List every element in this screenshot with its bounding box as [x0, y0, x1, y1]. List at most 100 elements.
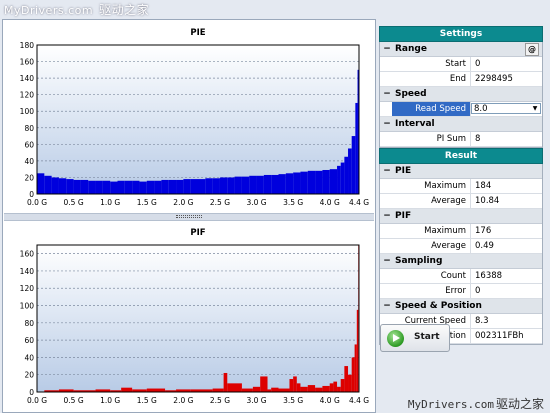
pie-avg-label: Average [392, 194, 471, 208]
chart-0-bar [198, 179, 206, 194]
start-button[interactable]: Start [380, 324, 450, 352]
chart-0-bar [227, 177, 235, 194]
chart-0-title: PIE [190, 28, 205, 38]
start-label: Start [392, 57, 471, 71]
pif-max-label: Maximum [392, 224, 471, 238]
chart-0-bar [176, 179, 184, 194]
chart-1-ytick-label: 140 [20, 267, 35, 276]
pie-max-label: Maximum [392, 179, 471, 193]
chart-0-xtick-label: 1.5 G [137, 198, 157, 207]
watermark-bottom-text: MyDrivers.com [407, 398, 494, 411]
at-button[interactable]: @ [525, 43, 539, 56]
speed-group[interactable]: − Speed [380, 87, 542, 102]
pie-group[interactable]: − PIE [380, 164, 542, 179]
pif-chart-panel: PIF 0 20 40 60 80 100 120 140 160 0.0 G 0.5 G 1.0 G1… [4, 221, 374, 410]
pif-avg-value: 0.49 [475, 241, 494, 251]
chart-0-bar [263, 174, 272, 194]
chart-1-xtick-label: 0.5 G [64, 396, 84, 405]
chart-0-ytick-label: 100 [20, 107, 35, 116]
pi-sum-value[interactable]: 8 [472, 132, 480, 146]
chart-0-bar [73, 179, 81, 194]
chart-1-bar [121, 387, 133, 392]
chart-1-bar [354, 344, 357, 392]
dropdown-arrow-icon[interactable]: ▼ [530, 104, 540, 113]
chart-0-bar [205, 178, 213, 194]
chart-0-bar [110, 181, 118, 194]
chart-0-bar [285, 173, 294, 194]
interval-group[interactable]: − Interval [380, 117, 542, 132]
splitter-grip[interactable] [176, 215, 202, 218]
speed-position-group[interactable]: − Speed & Position [380, 299, 542, 314]
collapse-icon[interactable]: − [383, 87, 391, 101]
chart-1-bar [260, 376, 268, 392]
chart-1-bar [322, 385, 330, 392]
watermark-bottom: MyDrivers.com 驱动之家 [408, 395, 544, 412]
chart-1-bar [227, 383, 242, 392]
collapse-icon[interactable]: − [383, 254, 391, 268]
pie-avg-value: 10.84 [475, 196, 500, 206]
pif-label: PIF [395, 211, 412, 221]
sampling-group[interactable]: − Sampling [380, 254, 542, 269]
chart-0-bar [51, 177, 59, 194]
speed-label: Speed [395, 89, 427, 99]
collapse-icon[interactable]: − [383, 164, 391, 178]
end-value[interactable]: 2298495 [472, 72, 513, 86]
range-label: Range [395, 44, 427, 54]
chart-1-bar [315, 387, 323, 392]
count-label: Count [392, 269, 471, 283]
watermark-top-text: MyDrivers.com [4, 4, 94, 17]
watermark-top: MyDrivers.com 驱动之家 [4, 1, 149, 18]
chart-0-ytick-label: 40 [24, 157, 34, 166]
chart-1-xtick-label: 3.5 G [283, 396, 303, 405]
chart-0-bar [271, 174, 279, 194]
chart-1-xtick-label: 1.0 G [100, 396, 120, 405]
pif-avg-row: Average 0.49 [380, 239, 542, 254]
end-row[interactable]: End 2298495 [380, 72, 542, 87]
chart-0-bar [337, 165, 341, 194]
chart-0-xtick-label: 2.5 G [210, 198, 230, 207]
chart-0-bar [37, 173, 45, 194]
chart-1-bar [252, 386, 261, 392]
chart-0-ytick-label: 140 [20, 74, 35, 83]
chart-1-plot-bg [37, 245, 359, 392]
chart-0-bar [307, 170, 316, 194]
chart-0-bar [44, 175, 52, 194]
chart-0-ytick-label: 60 [24, 140, 34, 149]
chart-0-bar [278, 174, 286, 194]
pif-group[interactable]: − PIF [380, 209, 542, 224]
chart-1-bar [271, 387, 279, 392]
speed-position-label: Speed & Position [395, 301, 482, 311]
chart-0-bar [348, 148, 352, 194]
start-row[interactable]: Start 0 [380, 57, 542, 72]
read-speed-row[interactable]: Read Speed 8.0 ▼ [380, 102, 542, 117]
chart-1-ytick-label: 160 [20, 250, 35, 259]
chart-0-bar [117, 180, 125, 194]
chart-1-bar [146, 388, 166, 392]
collapse-icon[interactable]: − [383, 209, 391, 223]
chart-0-bar [212, 178, 220, 194]
read-speed-select[interactable]: 8.0 ▼ [471, 103, 541, 114]
chart-0-ytick-label: 180 [20, 41, 35, 50]
chart-0-bar [168, 179, 177, 194]
chart-1-bar [340, 379, 345, 392]
chart-0-bar [355, 102, 358, 194]
chart-1-xtick-label: 4.4 G [349, 396, 369, 405]
chart-0-bar [219, 177, 228, 194]
chart-1-ytick-label: 80 [24, 319, 34, 328]
pi-sum-row[interactable]: PI Sum 8 [380, 132, 542, 147]
collapse-icon[interactable]: − [383, 299, 391, 313]
collapse-icon[interactable]: − [383, 42, 391, 56]
chart-splitter[interactable] [4, 213, 374, 221]
chart-0-xtick-label: 2.0 G [173, 198, 193, 207]
chart-1-xtick-label: 3.0 G [246, 396, 266, 405]
range-group[interactable]: − Range @ [380, 42, 542, 57]
error-value: 0 [475, 286, 481, 296]
start-value[interactable]: 0 [472, 57, 480, 71]
chart-0-ytick-label: 120 [20, 91, 35, 100]
play-icon [387, 330, 404, 347]
chart-0-bar [139, 181, 147, 194]
chart-1-bar [348, 374, 352, 392]
chart-0-ytick-label: 20 [24, 173, 34, 182]
settings-header: Settings [379, 26, 543, 42]
collapse-icon[interactable]: − [383, 117, 391, 131]
